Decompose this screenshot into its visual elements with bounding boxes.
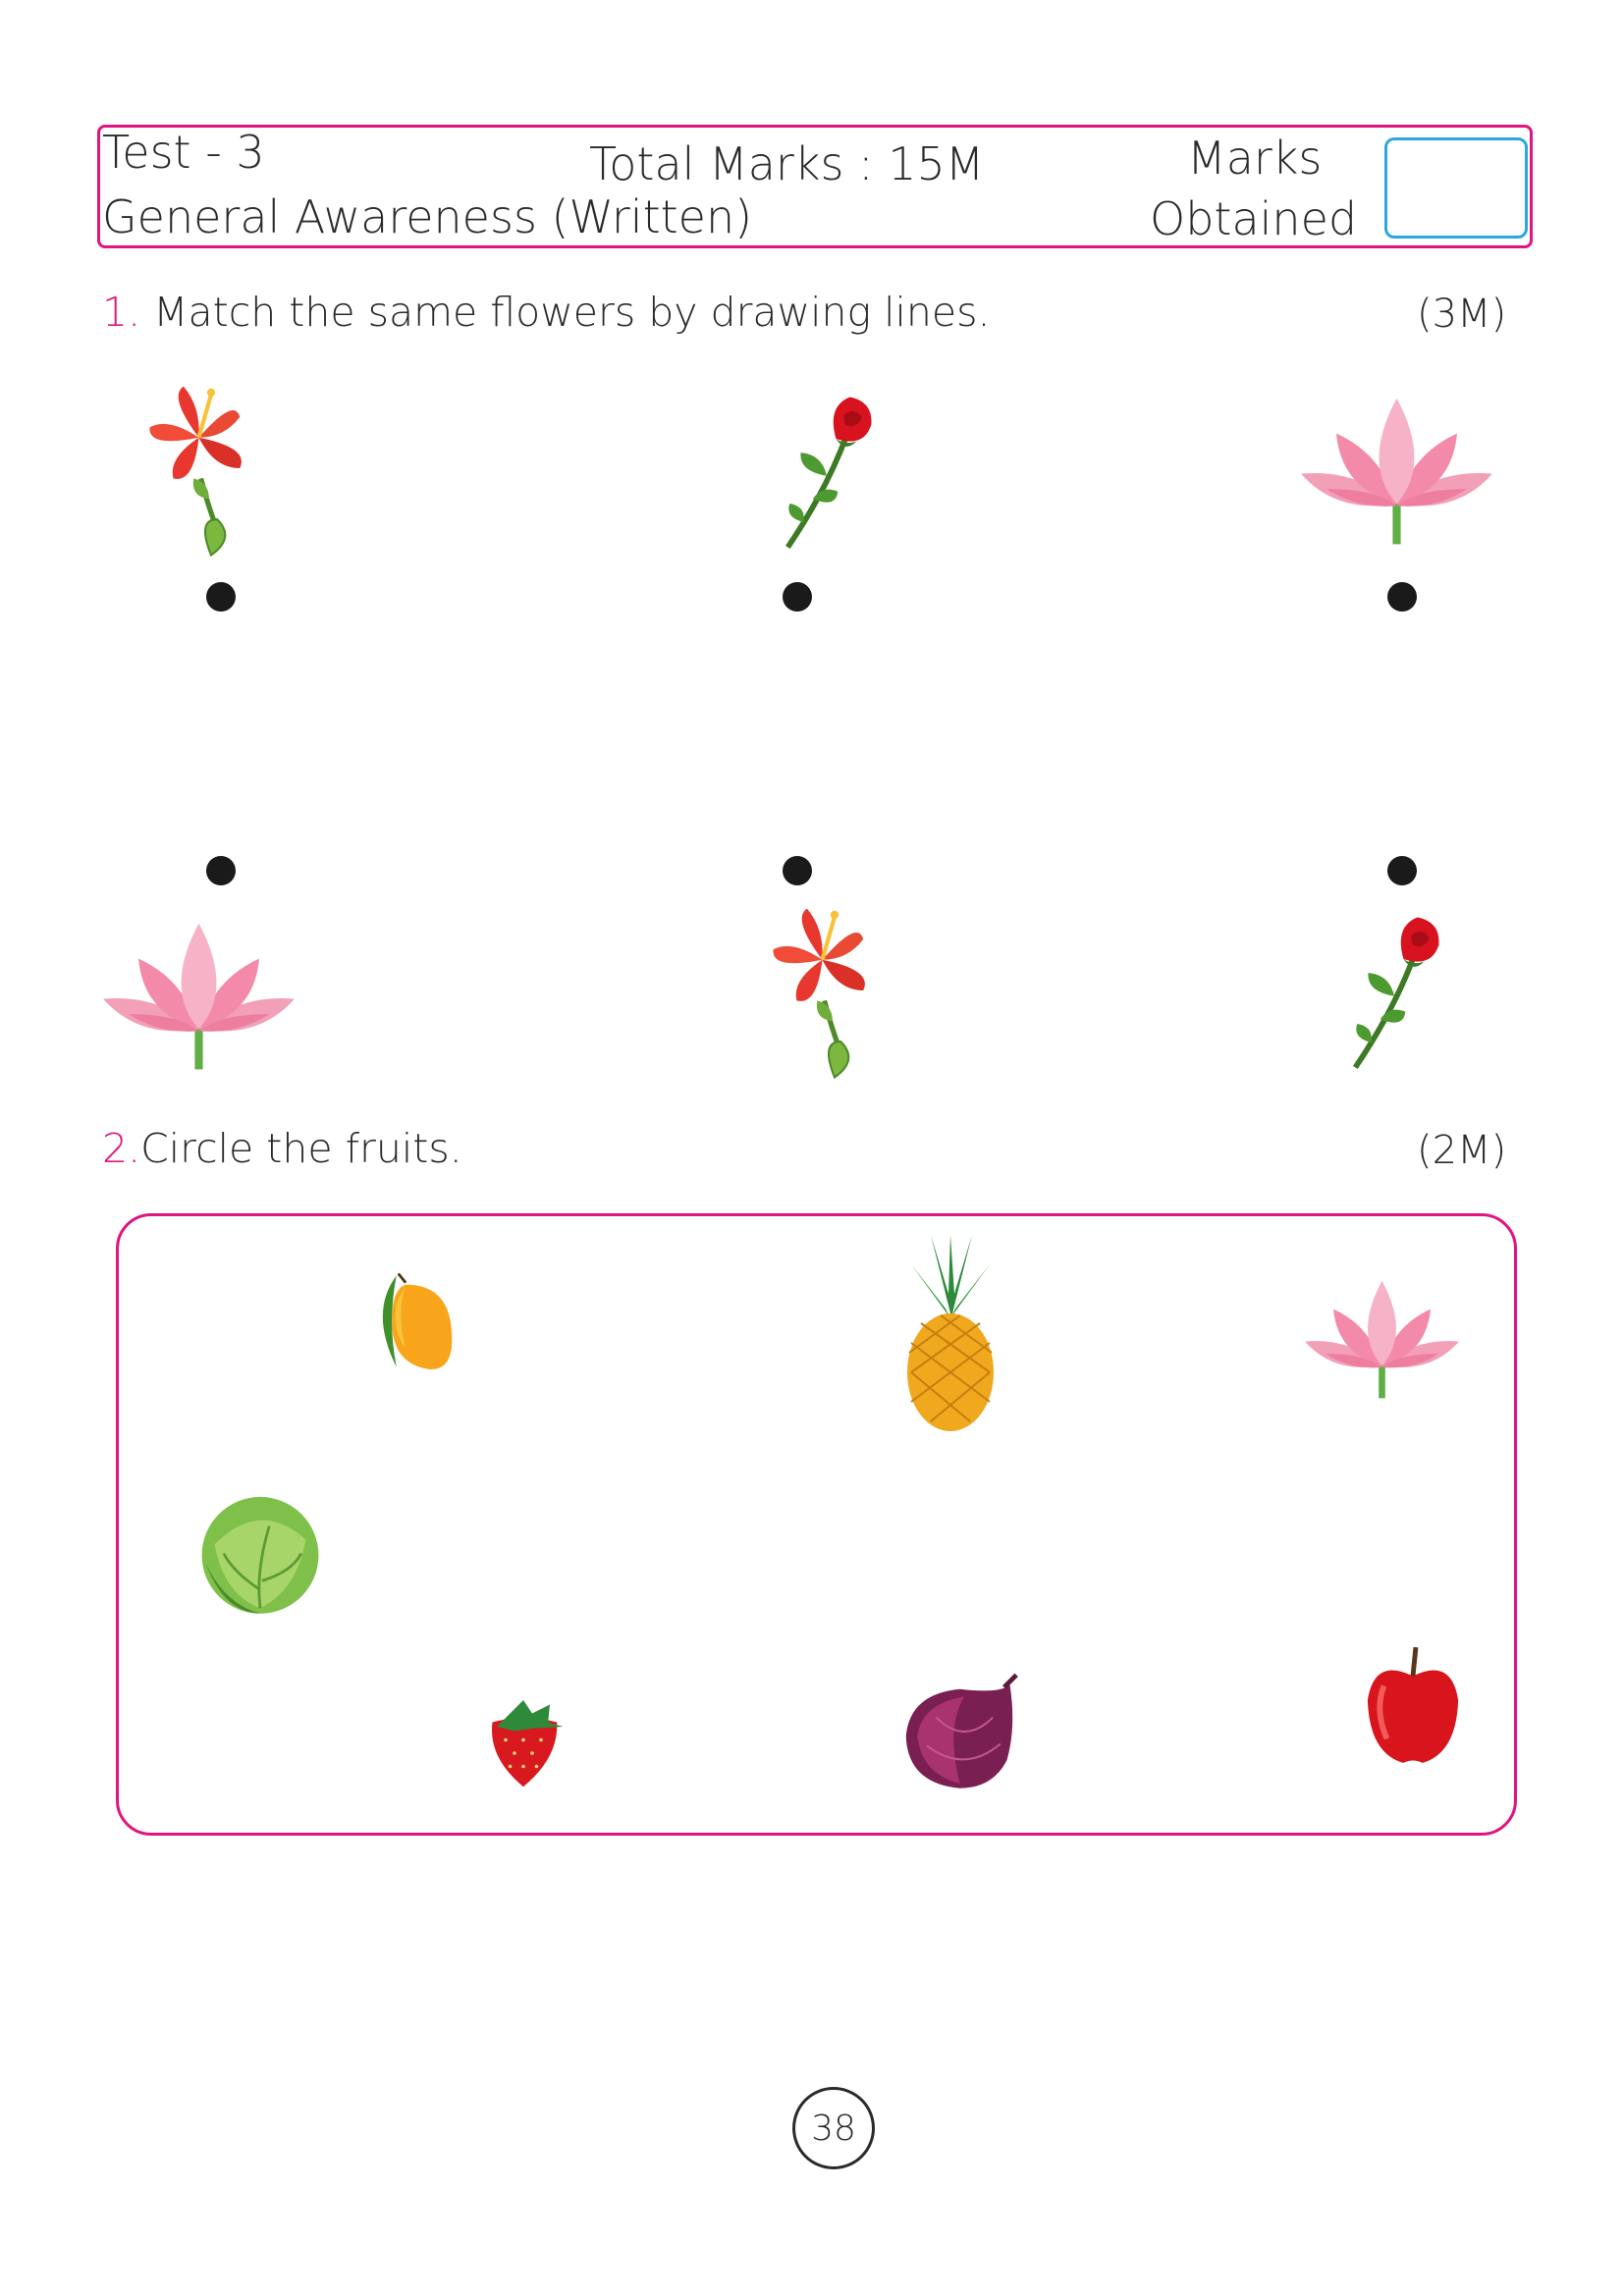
subject-label: General Awareness (Written) bbox=[102, 190, 753, 243]
rose-icon bbox=[1335, 908, 1453, 1075]
marks-label: Marks bbox=[1187, 132, 1323, 185]
question-1: 1. Match the same flowers by drawing lin… bbox=[102, 293, 990, 333]
question-1-number: 1. bbox=[102, 289, 141, 336]
match-dot-bottom-3[interactable] bbox=[1387, 856, 1417, 885]
question-2-number: 2. bbox=[102, 1125, 141, 1172]
question-2-marks: (2M) bbox=[1417, 1128, 1507, 1173]
lotus-icon bbox=[103, 923, 295, 1070]
lotus-icon bbox=[1301, 398, 1492, 545]
mango-icon[interactable] bbox=[368, 1266, 461, 1376]
onion-icon[interactable] bbox=[898, 1669, 1021, 1794]
marks-obtained-input-box[interactable] bbox=[1384, 137, 1528, 239]
hibiscus-icon bbox=[761, 898, 884, 1083]
match-dot-bottom-2[interactable] bbox=[783, 856, 812, 885]
lotus-icon[interactable] bbox=[1301, 1276, 1463, 1399]
rose-icon bbox=[768, 388, 886, 555]
question-1-text: Match the same flowers by drawing lines. bbox=[153, 289, 991, 336]
question-2: 2.Circle the fruits. bbox=[102, 1129, 462, 1169]
cabbage-icon[interactable] bbox=[196, 1487, 324, 1620]
match-dot-bottom-1[interactable] bbox=[206, 856, 236, 885]
match-dot-top-1[interactable] bbox=[206, 582, 236, 612]
pineapple-icon[interactable] bbox=[901, 1235, 1000, 1431]
page-number: 38 bbox=[792, 2087, 875, 2169]
match-dot-top-3[interactable] bbox=[1387, 582, 1417, 612]
strawberry-icon[interactable] bbox=[479, 1688, 568, 1791]
question-2-text: Circle the fruits. bbox=[140, 1125, 462, 1172]
total-marks: Total Marks : 15M bbox=[589, 137, 985, 190]
question-1-marks: (3M) bbox=[1417, 292, 1507, 337]
obtained-label: Obtained bbox=[1150, 192, 1358, 245]
match-dot-top-2[interactable] bbox=[783, 582, 812, 612]
apple-icon[interactable] bbox=[1360, 1641, 1466, 1769]
test-label: Test - 3 bbox=[102, 126, 265, 179]
hibiscus-icon bbox=[137, 376, 260, 561]
